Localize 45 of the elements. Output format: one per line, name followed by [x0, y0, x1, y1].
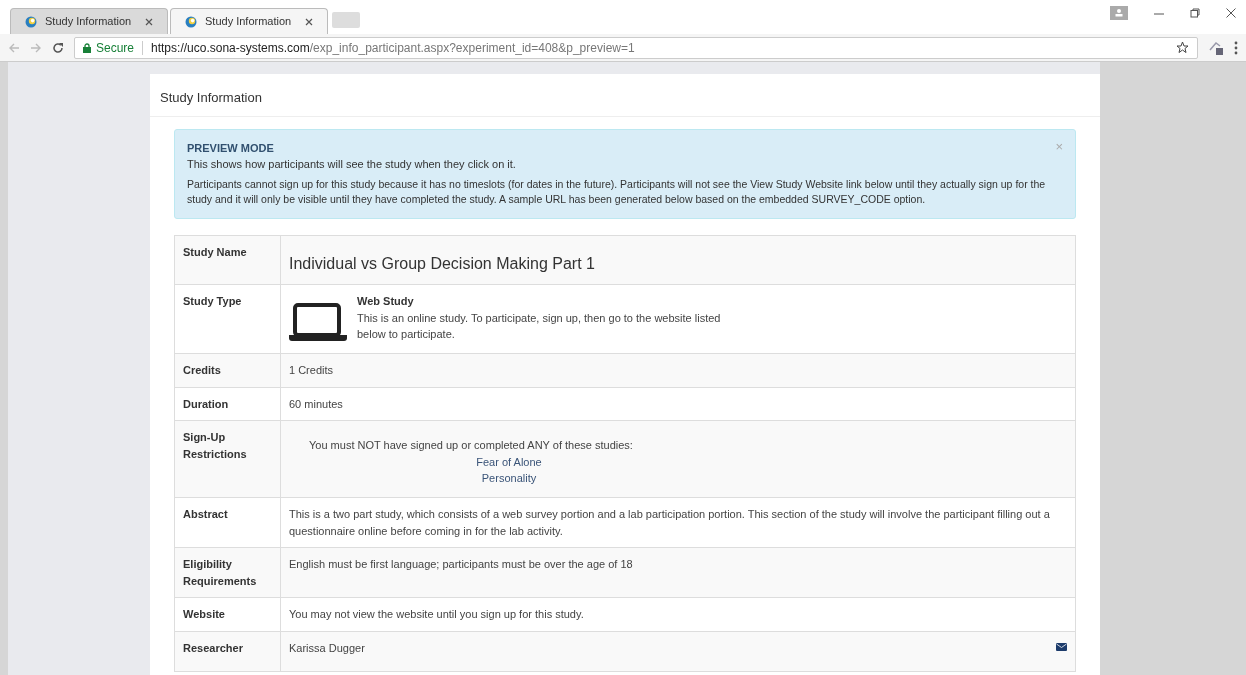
row-value: 1 Credits: [289, 364, 334, 376]
restricted-study-link[interactable]: Personality: [481, 470, 537, 487]
alert-heading: PREVIEW MODE: [187, 140, 275, 156]
browser-tab[interactable]: Study Information: [10, 8, 168, 34]
tab-title: Study Information: [205, 14, 293, 30]
row-value: 60 minutes: [289, 397, 343, 410]
lock-icon: [83, 42, 91, 53]
alert-text: This shows how participants will see the study when they click on it.: [187, 157, 517, 172]
mail-icon[interactable]: [1056, 642, 1067, 651]
row-value: You may not view the website until you sign up for this study.: [289, 608, 584, 620]
row-label: Eligibility Requirements: [183, 557, 258, 589]
url-text: https://uco.sona-systems.com/exp_info_participant.aspx?experiment_id=408&p_preview=1: [151, 39, 635, 57]
browser-tab[interactable]: Study Information: [170, 8, 328, 34]
row-label: Website: [183, 607, 226, 622]
extension-icon[interactable]: [1208, 39, 1224, 56]
study-type-heading: Web Study: [357, 294, 415, 309]
restricted-study-link[interactable]: Fear of Alone: [476, 453, 542, 470]
close-icon[interactable]: [145, 17, 153, 26]
restore-icon[interactable]: [1190, 8, 1200, 18]
site-favicon-icon: [25, 15, 37, 28]
address-bar[interactable]: Secure https://uco.sona-systems.com/exp_info_participant.aspx?experiment_id=408&p_preview=1: [74, 36, 1198, 59]
secure-label: Secure: [96, 39, 135, 57]
star-icon[interactable]: [1176, 41, 1189, 54]
reload-icon[interactable]: [52, 41, 64, 54]
close-icon[interactable]: [305, 17, 313, 26]
laptop-icon: [289, 303, 347, 341]
site-favicon-icon: [185, 15, 197, 28]
row-label: Abstract: [183, 507, 229, 522]
close-icon[interactable]: [1226, 8, 1236, 18]
row-value: English must be first language; participants must be over the age of 18: [289, 558, 633, 570]
study-type-description: This is an online study. To participate, sign up, then go to the website listed below to participate.: [357, 310, 722, 342]
researcher-name: Karissa Dugger: [289, 640, 365, 656]
restriction-text: You must NOT have signed up or completed ANY of these studies:: [309, 438, 634, 453]
row-label: Sign-Up Restrictions: [183, 430, 248, 462]
row-label: Credits: [183, 363, 222, 378]
menu-icon[interactable]: [1234, 40, 1238, 55]
row-label: Researcher: [183, 640, 244, 656]
panel-title: Study Information: [160, 90, 262, 105]
tab-title: Study Information: [45, 14, 133, 30]
row-value: This is a two part study, which consists of a web survey portion and a lab participation portion. This section of the study will involve the participant filling out a questionnaire online before coming in for the lab activity.: [289, 508, 1050, 537]
row-label: Study Name: [183, 245, 248, 260]
row-label: Duration: [183, 396, 230, 412]
study-name-value: Individual vs Group Decision Making Part 1: [289, 254, 596, 274]
alert-text: Participants cannot sign up for this study because it has no timeslots (for dates in the future). Participants will not see the View Study Website link below until they actually sign up for the study and it will only be visible until they have completed the study. A sample URL has been generated below based on the embedded SURVEY_CODE option.: [187, 176, 1046, 208]
row-label: Study Type: [183, 294, 243, 309]
